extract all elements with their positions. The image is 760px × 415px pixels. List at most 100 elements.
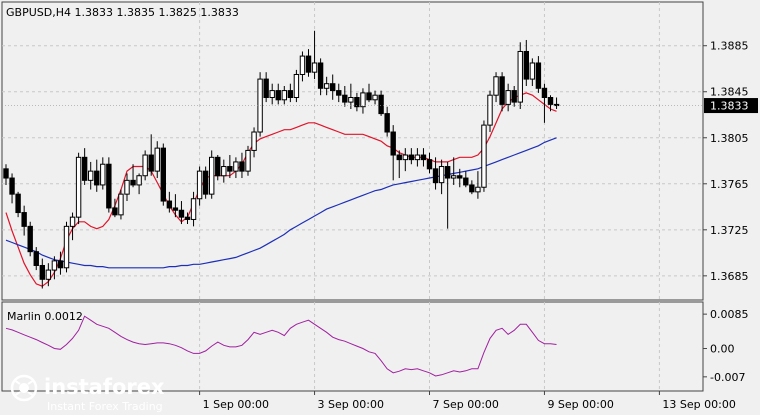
candle-body-bullish [487,94,493,126]
candle-body-bearish [172,207,179,211]
candle-body-bearish [457,175,463,179]
candle [209,150,215,199]
candle-body-bearish [81,156,88,181]
candle [118,189,124,220]
candle-body-bearish [39,264,45,280]
candle-body-bullish [414,154,421,161]
candle-body-bullish [505,90,511,105]
symbol-header: GBPUSD,H4 1.3833 1.3835 1.3825 1.3833 [6,6,239,19]
time-tick-label: 9 Sep 00:00 [547,398,613,411]
candle-body-bearish [94,170,100,186]
candle-body-bearish [112,207,118,216]
candle-body-bearish [3,168,9,179]
oscillator-tick-label: -0.007 [710,371,745,384]
price-pane-frame [1,1,704,301]
candle-body-bullish [233,161,239,172]
candle-body-bearish [535,62,542,89]
candle-body-bearish [469,184,475,193]
candle-body-bearish [420,154,427,161]
candle-body-bullish [251,131,257,151]
candle-body-bullish [451,175,457,179]
watermark-brand: instaforex [44,375,165,399]
time-tick-label: 1 Sep 00:00 [203,398,269,411]
candle-body-bearish [523,50,529,80]
candle-body-bearish [366,92,372,101]
candle-body-bearish [305,55,312,73]
candle-body-bullish [124,179,130,195]
candle [257,72,263,137]
candle-body-bearish [317,62,324,89]
candle-body-bullish [245,149,251,172]
candle-body-bearish [541,87,548,98]
current-price-label: 1.3833 [710,100,749,113]
gbpusd-trading-chart: 1.3885 1.3845 1.3805 1.3765 1.3725 1.3685 1.38… [0,0,760,415]
candle [160,143,167,206]
candle-body-bearish [384,113,390,133]
candle-body-bearish [499,76,505,105]
candle [202,166,209,199]
candle-body-bullish [372,94,378,101]
candle-body-bullish [190,198,197,220]
candle-body-bullish [269,90,275,98]
time-tick-label: 13 Sep 00:00 [662,398,735,411]
price-tick-label: 1.3685 [710,270,749,283]
candle [517,42,523,110]
candle-body-bearish [57,260,64,269]
price-tick-label: 1.3805 [710,132,749,145]
candle-body-bullish [51,260,58,271]
candle-body-bearish [9,177,15,195]
candle-body-bearish [130,179,136,186]
candle-body-bullish [88,170,94,181]
candle-body-bullish [493,76,499,96]
candle-body-bullish [221,166,227,177]
candle-body-bearish [215,156,221,177]
candle-body-bearish [444,166,451,179]
price-pane[interactable]: 1.3885 1.3845 1.3805 1.3765 1.3725 1.3685 1.38… [1,1,758,301]
candle [27,221,33,257]
oscillator-tick-label: 0.00 [710,343,735,356]
candle-body-bearish [202,170,209,195]
candle-body-bullish [75,156,82,218]
candle-body-bearish [227,166,233,172]
candle-body-bearish [178,209,185,218]
candle-body-bearish [166,200,173,209]
candle [63,221,70,273]
candle [245,145,251,176]
candle [75,152,82,225]
candle-body-bullish [118,193,124,216]
oscillator-tick-label: 0.0085 [710,308,749,321]
time-tick-label: 3 Sep 00:00 [318,398,384,411]
candle-body-bearish [426,159,433,170]
price-tick-label: 1.3765 [710,178,749,191]
candle-body-bullish [311,62,318,73]
candle-body-bullish [281,90,288,101]
candle-body-bearish [160,147,167,202]
candle-body-bearish [547,96,554,105]
candle-body-bullish [402,154,409,161]
candle-body-bullish [136,175,142,186]
candle-body-bullish [154,147,160,172]
candle-body-bullish [438,166,445,184]
candle [142,150,148,181]
candle-body-bearish [21,212,27,227]
watermark-tagline: Instant Forex Trading [47,400,163,413]
candle-body-bearish [239,161,245,172]
candle-body-bearish [342,94,348,103]
candle [293,69,300,103]
candle-body-bearish [330,83,336,92]
candle-body-bullish [481,124,487,188]
time-tick-label: 7 Sep 00:00 [433,398,499,411]
candle-body-bearish [263,78,269,98]
candle-body-bearish [553,103,560,107]
candle-body-bearish [106,163,112,209]
candle-body-bullish [69,216,76,227]
candle-body-bullish [517,50,523,103]
candle-body-bearish [15,193,21,214]
candle [106,157,112,213]
candle-body-bearish [390,131,396,156]
candle-body-bullish [209,156,215,195]
candle [481,120,487,192]
candle-body-bearish [463,177,469,186]
candle-body-bullish [529,62,536,80]
candle-body-bearish [432,168,439,184]
